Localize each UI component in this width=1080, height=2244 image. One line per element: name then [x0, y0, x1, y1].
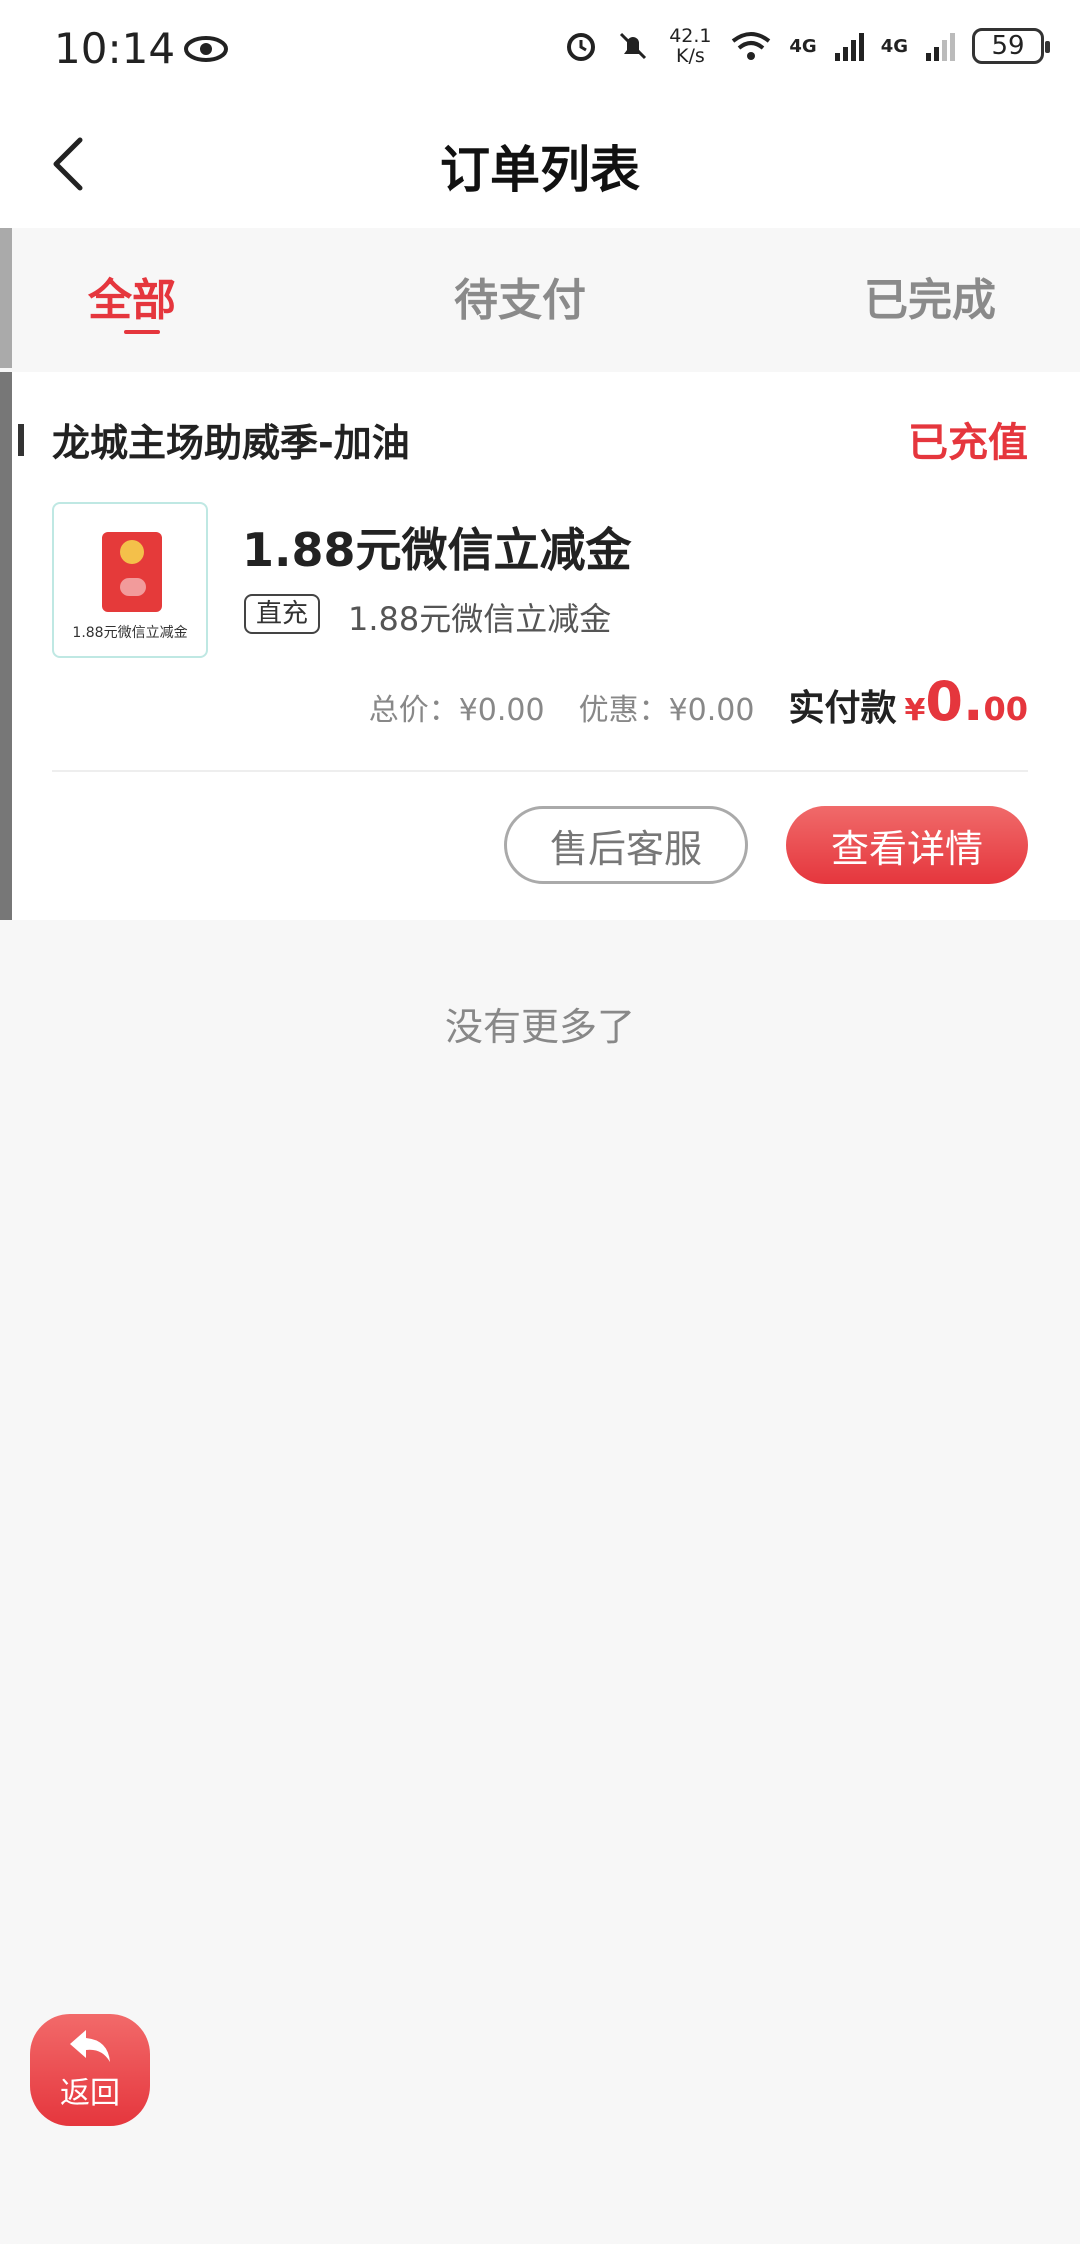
return-arrow-icon	[70, 2030, 110, 2062]
alarm-icon	[567, 33, 596, 61]
paid-amount: 实付款 ¥0.00	[788, 670, 1028, 733]
total-price-value: ¥0.00	[458, 693, 545, 728]
floating-back-label: 返回	[60, 2076, 120, 2111]
mute-bell-icon	[620, 32, 647, 60]
coin-icon	[120, 540, 144, 564]
eye-icon	[184, 35, 229, 62]
battery-icon: 59	[972, 28, 1050, 64]
product-thumbnail[interactable]: 1.88元微信立减金	[52, 502, 208, 658]
paid-integer: 0.	[925, 670, 984, 733]
list-end-text: 没有更多了	[444, 1005, 635, 1049]
product-subtitle: 1.88元微信立减金	[348, 600, 612, 638]
floating-back-button[interactable]: 返回	[30, 2014, 150, 2126]
tab-active-indicator	[124, 330, 160, 334]
wechat-icon	[120, 578, 146, 596]
page-title: 订单列表	[440, 141, 640, 199]
status-time: 10:14	[54, 24, 229, 73]
tab-completed[interactable]: 已完成	[864, 264, 996, 328]
signal-icon	[834, 33, 864, 61]
order-status: 已充值	[908, 420, 1028, 466]
paid-label: 实付款	[788, 688, 897, 729]
network-type-1: 4G	[789, 35, 817, 57]
after-sales-service-button[interactable]: 售后客服	[504, 806, 748, 884]
product-title: 1.88元微信立减金	[242, 523, 632, 577]
order-tabs: 全部 待支付 已完成	[0, 228, 1080, 368]
status-time-text: 10:14	[54, 24, 176, 73]
wifi-icon	[732, 32, 771, 60]
divider	[52, 770, 1028, 772]
price-row: 总价：¥0.00 优惠：¥0.00 实付款 ¥0.00	[369, 670, 1028, 733]
red-envelope-icon	[102, 532, 162, 612]
discount: 优惠：¥0.00	[579, 685, 755, 729]
view-details-button[interactable]: 查看详情	[786, 806, 1028, 884]
network-type-2: 4G	[880, 35, 908, 57]
signal-icon	[926, 33, 955, 61]
shop-marker	[18, 424, 24, 456]
shop-name: 龙城主场助威季-加油	[52, 421, 410, 465]
discount-label: 优惠：	[578, 693, 669, 728]
header: 订单列表	[0, 100, 1080, 228]
paid-currency: ¥	[904, 693, 926, 728]
discount-value: ¥0.00	[668, 693, 755, 728]
paid-decimal: 00	[983, 690, 1028, 728]
order-card[interactable]: 龙城主场助威季-加油 已充值 1.88元微信立减金 1.88元微信立减金 直充 …	[0, 372, 1080, 920]
status-icons: 42.1 K/s 4G 4G 59	[563, 26, 1050, 66]
network-speed-unit: K/s	[675, 45, 705, 67]
product-tag: 直充	[244, 594, 321, 634]
tab-pending-payment[interactable]: 待支付	[454, 264, 586, 328]
total-price: 总价：¥0.00	[369, 685, 545, 729]
network-speed-value: 42.1	[669, 25, 712, 47]
total-price-label: 总价：	[368, 693, 459, 728]
thumbnail-caption: 1.88元微信立减金	[72, 625, 188, 641]
status-bar: 10:14 42.1 K/s 4G 4G 59	[0, 0, 1080, 100]
tab-all[interactable]: 全部	[88, 264, 176, 328]
network-speed: 42.1 K/s	[667, 26, 713, 66]
battery-level: 59	[991, 31, 1025, 61]
